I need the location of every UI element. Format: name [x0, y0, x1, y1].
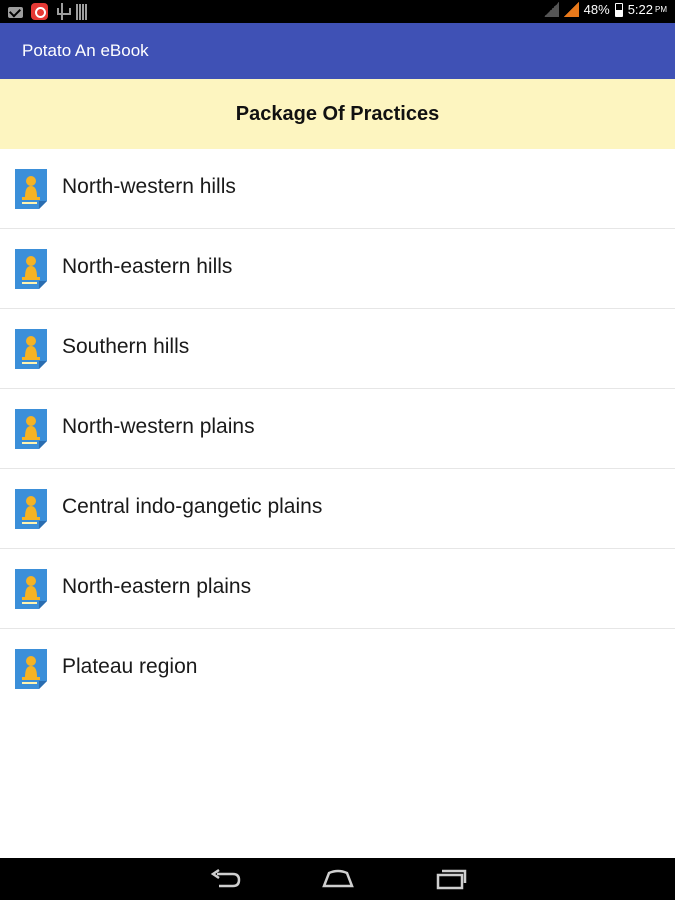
list-item[interactable]: North-western plains [0, 389, 675, 469]
document-icon [15, 329, 47, 369]
section-title: Package Of Practices [235, 102, 440, 125]
document-icon [15, 169, 47, 209]
document-icon [15, 249, 47, 289]
list-item-label: North-eastern plains [62, 575, 252, 598]
list-item[interactable]: Central indo-gangetic plains [0, 469, 675, 549]
battery-percent: 48% [583, 2, 610, 17]
app-title: Potato An eBook [22, 41, 149, 60]
document-icon [15, 649, 47, 689]
system-indicators: 48% 5:22 PM [543, 2, 667, 17]
list-item-label: Southern hills [62, 335, 190, 358]
navigation-bar [0, 858, 675, 900]
list-item-label: North-eastern hills [62, 255, 233, 278]
clock-time: 5:22 [627, 2, 653, 17]
status-bar: 48% 5:22 PM [0, 0, 675, 23]
clock-ampm: PM [655, 5, 667, 14]
list-item[interactable]: Southern hills [0, 309, 675, 389]
signal-icon [543, 2, 559, 17]
storage-icon [76, 3, 87, 20]
list-item[interactable]: North-western hills [0, 149, 675, 229]
app-bar: Potato An eBook [0, 23, 675, 79]
document-icon [15, 409, 47, 449]
home-icon[interactable] [321, 868, 355, 890]
signal-icon [563, 2, 579, 17]
recent-apps-icon[interactable] [434, 868, 468, 890]
battery-icon [614, 2, 623, 17]
app-notification-icon [31, 3, 48, 20]
section-header: Package Of Practices [0, 79, 675, 149]
document-icon [15, 569, 47, 609]
list-item[interactable]: North-eastern hills [0, 229, 675, 309]
region-list: North-western hills North-eastern hills … [0, 149, 675, 709]
usb-icon [56, 3, 71, 20]
notification-icons [8, 3, 87, 20]
email-icon [8, 7, 23, 18]
list-item-label: Plateau region [62, 655, 198, 678]
list-item[interactable]: Plateau region [0, 629, 675, 709]
back-icon[interactable] [209, 868, 243, 890]
list-item-label: North-western hills [62, 175, 236, 198]
document-icon [15, 489, 47, 529]
list-item-label: Central indo-gangetic plains [62, 495, 323, 518]
list-item[interactable]: North-eastern plains [0, 549, 675, 629]
list-item-label: North-western plains [62, 415, 255, 438]
